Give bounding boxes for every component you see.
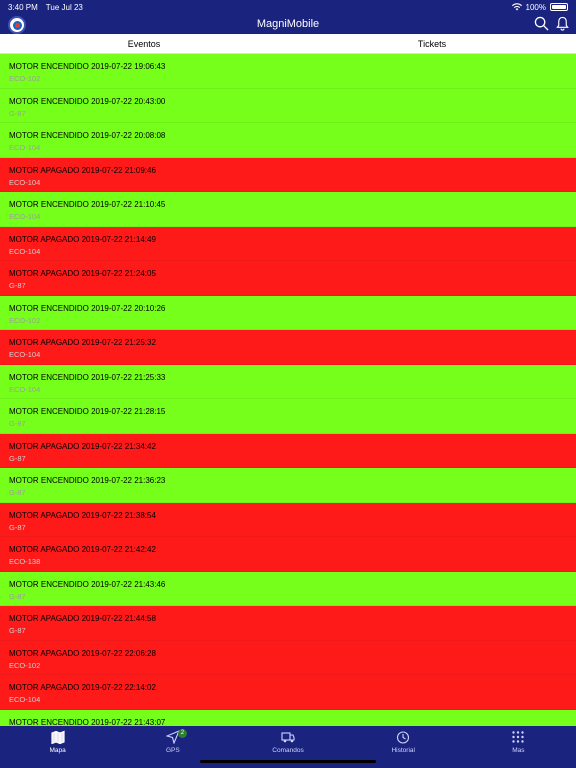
event-title: MOTOR ENCENDIDO 2019-07-22 21:25:33 [9, 372, 166, 382]
event-unit: G-87 [9, 591, 26, 601]
event-unit: G-87 [9, 488, 26, 497]
tab-label: Comandos [272, 747, 304, 754]
event-unit: ECO-102 [9, 660, 41, 670]
clock-icon [397, 731, 410, 744]
event-row[interactable]: MOTOR APAGADO 2019-07-22 21:38:54 G-87 [0, 502, 576, 537]
event-row[interactable]: MOTOR ENCENDIDO 2019-07-22 21:28:15 G-87 [0, 399, 576, 434]
event-title: MOTOR ENCENDIDO 2019-07-22 19:06:43 [9, 62, 166, 71]
battery-icon [550, 3, 568, 11]
status-date: Tue Jul 23 [45, 2, 83, 12]
event-title: MOTOR ENCENDIDO 2019-07-22 21:28:15 [9, 407, 166, 416]
event-unit: ECO-138 [9, 557, 41, 566]
tab-tickets[interactable]: Tickets [288, 34, 576, 53]
event-title: MOTOR APAGADO 2019-07-22 22:06:28 [9, 648, 156, 658]
event-row[interactable]: MOTOR APAGADO 2019-07-22 21:25:32 ECO-104 [0, 330, 576, 365]
status-right: 100% [511, 2, 568, 12]
battery-text: 100% [525, 2, 546, 12]
event-unit: G-87 [9, 522, 26, 532]
event-unit: ECO-104 [9, 695, 41, 704]
event-row[interactable]: MOTOR ENCENDIDO 2019-07-22 19:06:43 ECO-1… [0, 54, 576, 89]
event-unit: G-87 [9, 419, 26, 428]
event-unit: ECO-104 [9, 212, 41, 221]
event-title: MOTOR APAGADO 2019-07-22 21:44:58 [9, 614, 156, 623]
event-unit: G-87 [9, 108, 26, 118]
wifi-icon [511, 3, 522, 11]
event-row[interactable]: MOTOR ENCENDIDO 2019-07-22 21:43:07 [0, 709, 576, 727]
truck-icon [281, 732, 295, 743]
tab-label: Mas [512, 747, 525, 754]
event-unit: ECO-104 [9, 177, 41, 187]
event-unit: ECO-104 [9, 384, 41, 394]
event-title: MOTOR ENCENDIDO 2019-07-22 20:43:00 [9, 96, 166, 106]
search-icon[interactable] [534, 16, 549, 31]
event-title: MOTOR APAGADO 2019-07-22 21:38:54 [9, 510, 156, 520]
event-row[interactable]: MOTOR APAGADO 2019-07-22 21:42:42 ECO-138 [0, 537, 576, 572]
event-row[interactable]: MOTOR ENCENDIDO 2019-07-22 20:43:00 G-87 [0, 88, 576, 123]
event-title: MOTOR APAGADO 2019-07-22 22:14:02 [9, 683, 156, 692]
event-row[interactable]: MOTOR APAGADO 2019-07-22 21:34:42 G-87 [0, 433, 576, 468]
event-row[interactable]: MOTOR APAGADO 2019-07-22 21:09:46 ECO-104 [0, 157, 576, 192]
event-row[interactable]: MOTOR ENCENDIDO 2019-07-22 21:10:45 ECO-1… [0, 192, 576, 227]
event-unit: G-87 [9, 281, 26, 290]
tab-label: Historial [391, 747, 415, 754]
event-row[interactable]: MOTOR APAGADO 2019-07-22 22:14:02 ECO-104 [0, 675, 576, 710]
tab-mas[interactable]: Mas [461, 726, 576, 768]
event-title: MOTOR ENCENDIDO 2019-07-22 21:10:45 [9, 200, 166, 209]
event-row[interactable]: MOTOR ENCENDIDO 2019-07-22 20:10:26 ECO-1… [0, 295, 576, 330]
event-unit: ECO-102 [9, 315, 41, 325]
status-time: 3:40 PM [8, 2, 38, 12]
logo-emblem [12, 20, 22, 30]
status-bar: 3:40 PM Tue Jul 23 100% [0, 0, 576, 14]
event-title: MOTOR APAGADO 2019-07-22 21:14:49 [9, 234, 156, 244]
event-unit: G-87 [9, 453, 26, 463]
event-title: MOTOR APAGADO 2019-07-22 21:09:46 [9, 165, 156, 175]
event-row[interactable]: MOTOR APAGADO 2019-07-22 22:06:28 ECO-102 [0, 640, 576, 675]
event-title: MOTOR ENCENDIDO 2019-07-22 21:36:23 [9, 476, 166, 485]
event-title: MOTOR APAGADO 2019-07-22 21:34:42 [9, 441, 156, 451]
event-title: MOTOR ENCENDIDO 2019-07-22 20:08:08 [9, 131, 166, 140]
tab-eventos[interactable]: Eventos [0, 34, 288, 53]
event-unit: ECO-104 [9, 143, 41, 152]
event-title: MOTOR APAGADO 2019-07-22 21:24:05 [9, 269, 156, 278]
event-unit: ECO-104 [9, 350, 41, 359]
page-title: MagniMobile [256, 18, 320, 30]
event-row[interactable]: MOTOR APAGADO 2019-07-22 21:24:05 G-87 [0, 261, 576, 296]
event-row[interactable]: MOTOR ENCENDIDO 2019-07-22 21:43:46 G-87 [0, 571, 576, 606]
home-indicator [200, 760, 376, 763]
map-icon [50, 730, 65, 744]
tab-mapa[interactable]: Mapa [0, 726, 115, 768]
nav-bar: MagniMobile [0, 14, 576, 34]
gps-badge: 2 [177, 729, 188, 738]
grid-icon [512, 731, 525, 743]
event-title: MOTOR ENCENDIDO 2019-07-22 20:10:26 [9, 303, 166, 313]
segmented-control: Eventos Tickets [0, 34, 576, 54]
event-title: MOTOR ENCENDIDO 2019-07-22 21:43:46 [9, 579, 166, 589]
event-unit: ECO-104 [9, 246, 41, 256]
nav-actions [534, 16, 570, 31]
event-unit: G-87 [9, 626, 26, 635]
event-row[interactable]: MOTOR APAGADO 2019-07-22 21:44:58 G-87 [0, 606, 576, 641]
events-list[interactable]: MOTOR ENCENDIDO 2019-07-22 19:06:43 ECO-1… [0, 54, 576, 726]
event-title: MOTOR ENCENDIDO 2019-07-22 21:43:07 [9, 717, 166, 727]
event-title: MOTOR APAGADO 2019-07-22 21:42:42 [9, 545, 156, 554]
event-title: MOTOR APAGADO 2019-07-22 21:25:32 [9, 338, 156, 347]
event-row[interactable]: MOTOR ENCENDIDO 2019-07-22 21:36:23 G-87 [0, 468, 576, 503]
event-row[interactable]: MOTOR ENCENDIDO 2019-07-22 21:25:33 ECO-1… [0, 364, 576, 399]
bell-icon[interactable] [555, 16, 570, 31]
event-row[interactable]: MOTOR APAGADO 2019-07-22 21:14:49 ECO-104 [0, 226, 576, 261]
event-unit: ECO-102 [9, 74, 41, 83]
tab-label: Mapa [49, 747, 66, 754]
event-row[interactable]: MOTOR ENCENDIDO 2019-07-22 20:08:08 ECO-1… [0, 123, 576, 158]
app-logo[interactable] [8, 16, 26, 34]
tab-label: GPS [165, 747, 180, 754]
